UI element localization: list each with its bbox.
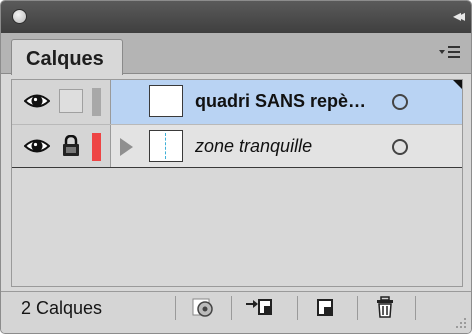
close-icon[interactable]	[12, 9, 27, 24]
divider	[297, 296, 298, 320]
target-circle-icon[interactable]	[392, 94, 408, 110]
divider	[415, 296, 416, 320]
thumbnail-guide	[165, 133, 168, 159]
tab-label: Calques	[26, 48, 104, 70]
panel-title-bar[interactable]: ◂◂	[1, 1, 471, 33]
trash-icon	[377, 296, 393, 318]
layer-name[interactable]: quadri SANS repè…	[195, 91, 366, 112]
divider	[175, 296, 176, 320]
layer-row[interactable]: quadri SANS repè…	[12, 80, 462, 124]
clipping-mask-button[interactable]	[183, 296, 223, 320]
new-layer-button[interactable]	[305, 296, 345, 320]
double-chevron-left-icon[interactable]: ◂◂	[453, 7, 465, 25]
new-sublayer-icon	[246, 299, 272, 315]
tab-bar: Calques	[1, 33, 471, 75]
layers-list: quadri SANS repè… zone tranquille	[11, 79, 463, 287]
layer-color-swatch	[92, 133, 101, 161]
delete-layer-button[interactable]	[365, 296, 405, 320]
eye-icon[interactable]	[24, 136, 50, 156]
divider	[357, 296, 358, 320]
layer-name[interactable]: zone tranquille	[195, 136, 312, 157]
layer-row[interactable]: zone tranquille	[12, 124, 462, 168]
resize-grip-icon[interactable]	[453, 315, 467, 329]
expand-triangle-icon[interactable]	[120, 138, 133, 156]
divider	[231, 296, 232, 320]
panel-footer: 2 Calques	[1, 291, 471, 333]
layer-color-swatch	[92, 88, 101, 116]
eye-icon[interactable]	[24, 91, 50, 111]
panel-menu-icon[interactable]	[439, 43, 461, 63]
lock-toggle[interactable]	[59, 89, 83, 113]
current-layer-indicator	[453, 80, 462, 89]
layers-panel: ◂◂ Calques quadri SANS repè… zone tranqu…	[0, 0, 472, 334]
layer-controls	[12, 80, 111, 124]
layer-thumbnail	[149, 85, 183, 117]
layer-controls	[12, 125, 111, 167]
target-circle-icon[interactable]	[392, 139, 408, 155]
tab-calques[interactable]: Calques	[11, 39, 123, 75]
new-layer-icon	[317, 299, 333, 316]
new-sublayer-button[interactable]	[239, 296, 279, 320]
clipping-mask-icon	[192, 298, 213, 317]
layer-count: 2 Calques	[21, 298, 103, 318]
layer-thumbnail	[149, 130, 183, 162]
lock-icon[interactable]	[61, 135, 81, 157]
